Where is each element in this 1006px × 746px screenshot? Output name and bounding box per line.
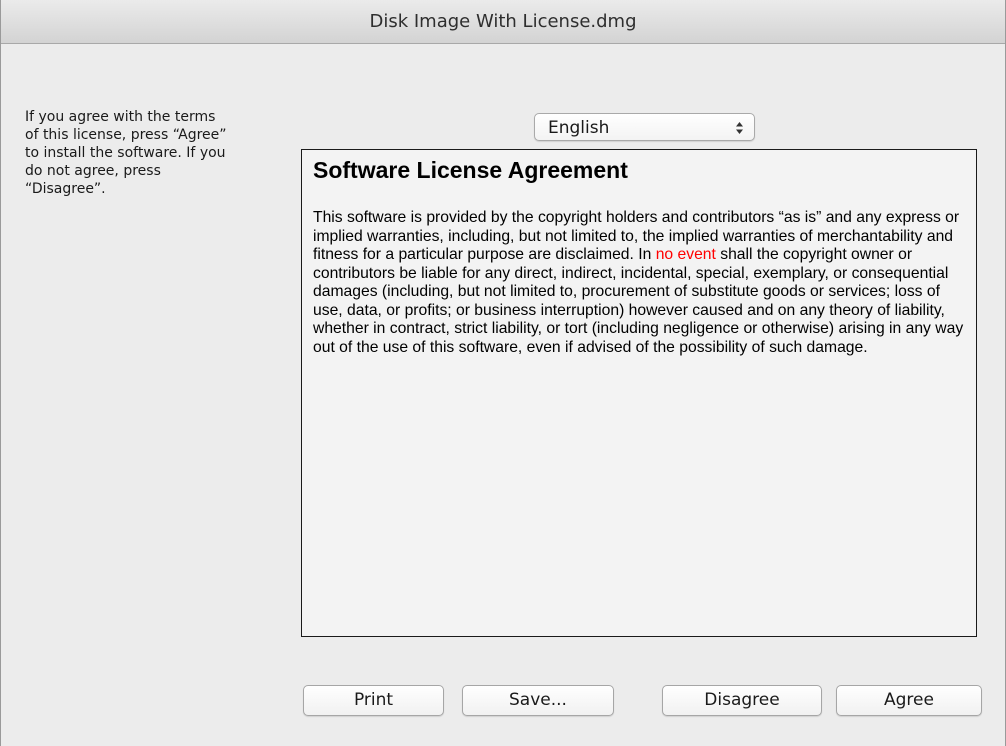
window-title: Disk Image With License.dmg <box>1 0 1005 44</box>
license-body: This software is provided by the copyrig… <box>313 209 971 357</box>
up-down-arrows-icon <box>736 122 743 134</box>
license-highlight: no event <box>655 246 716 263</box>
language-select[interactable]: English <box>534 113 755 141</box>
license-text-area[interactable]: Software License Agreement This software… <box>301 149 977 637</box>
disagree-button[interactable]: Disagree <box>662 685 822 716</box>
license-dialog-window: Disk Image With License.dmg If you agree… <box>0 0 1006 746</box>
save-button[interactable]: Save... <box>462 685 614 716</box>
license-title: Software License Agreement <box>313 157 628 183</box>
instructions-text: If you agree with the terms of this lice… <box>25 109 227 197</box>
print-button[interactable]: Print <box>303 685 444 716</box>
language-select-value: English <box>548 118 610 138</box>
agree-button[interactable]: Agree <box>836 685 982 716</box>
